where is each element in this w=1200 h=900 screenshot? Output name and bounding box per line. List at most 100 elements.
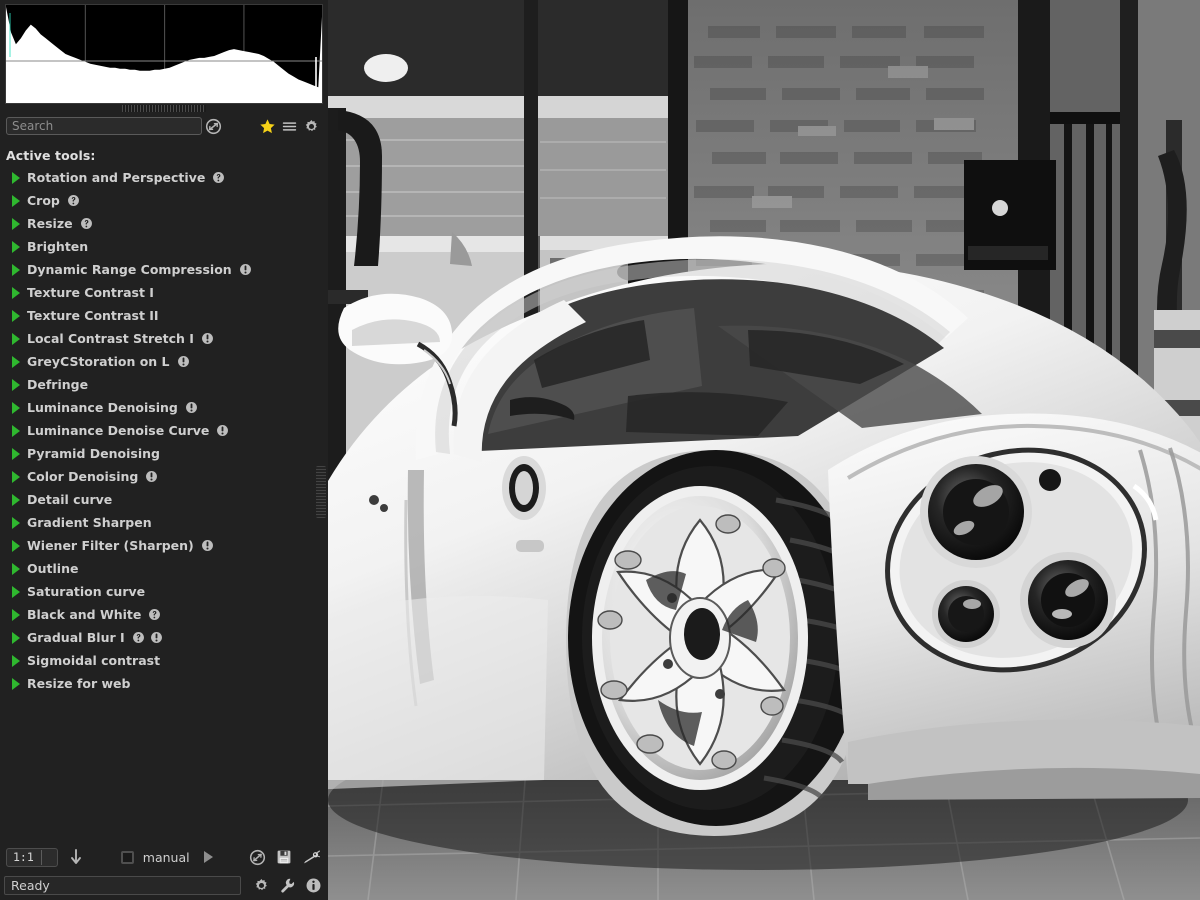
triangle-right-icon[interactable] <box>8 562 24 576</box>
zoom-level-value: 1:1 <box>7 850 41 864</box>
help-circle-icon[interactable] <box>131 630 146 645</box>
gear-icon[interactable] <box>300 115 322 137</box>
histogram-chart <box>6 5 322 103</box>
triangle-right-icon[interactable] <box>8 516 24 530</box>
arrow-down-icon[interactable] <box>67 847 85 867</box>
tool-item-label: Gradual Blur I <box>27 630 125 645</box>
star-icon[interactable] <box>256 115 278 137</box>
tool-item[interactable]: Local Contrast Stretch I <box>8 327 314 350</box>
wrench-icon[interactable] <box>276 874 298 896</box>
zoom-level-combobox[interactable]: 1:1 <box>6 848 58 867</box>
tool-item[interactable]: Color Denoising <box>8 465 314 488</box>
refresh-circle-icon[interactable] <box>246 846 268 868</box>
tool-item[interactable]: Gradient Sharpen <box>8 511 314 534</box>
triangle-right-icon[interactable] <box>8 424 24 438</box>
tool-item[interactable]: Luminance Denoise Curve <box>8 419 314 442</box>
tool-item[interactable]: Pyramid Denoising <box>8 442 314 465</box>
warning-circle-icon[interactable] <box>176 354 191 369</box>
tool-item-label: Color Denoising <box>27 469 138 484</box>
triangle-right-icon[interactable] <box>8 585 24 599</box>
warning-circle-icon[interactable] <box>144 469 159 484</box>
triangle-right-icon[interactable] <box>8 608 24 622</box>
triangle-right-icon[interactable] <box>8 447 24 461</box>
play-triangle-icon[interactable] <box>200 848 218 866</box>
floppy-save-icon[interactable] <box>273 846 295 868</box>
warning-circle-icon[interactable] <box>184 400 199 415</box>
triangle-right-icon[interactable] <box>8 286 24 300</box>
tool-item[interactable]: Resize for web <box>8 672 314 695</box>
gear-icon[interactable] <box>250 874 272 896</box>
tool-item[interactable]: Saturation curve <box>8 580 314 603</box>
tool-item[interactable]: Gradual Blur I <box>8 626 314 649</box>
warning-circle-icon[interactable] <box>200 538 215 553</box>
hamburger-menu-icon[interactable] <box>278 115 300 137</box>
scrollbar-grip[interactable] <box>316 466 326 518</box>
tool-item[interactable]: Luminance Denoising <box>8 396 314 419</box>
tool-item[interactable]: GreyCStoration on L <box>8 350 314 373</box>
triangle-right-icon[interactable] <box>8 171 24 185</box>
panel-splitter-handle[interactable] <box>0 104 328 113</box>
warning-circle-icon[interactable] <box>215 423 230 438</box>
tool-item[interactable]: Detail curve <box>8 488 314 511</box>
tool-item[interactable]: Black and White <box>8 603 314 626</box>
tool-item-label: Texture Contrast I <box>27 285 154 300</box>
triangle-right-icon[interactable] <box>8 493 24 507</box>
triangle-right-icon[interactable] <box>8 378 24 392</box>
reset-circle-icon[interactable] <box>202 115 224 137</box>
triangle-right-icon[interactable] <box>8 263 24 277</box>
tool-item-label: Brighten <box>27 239 88 254</box>
search-input[interactable] <box>6 117 202 135</box>
triangle-right-icon[interactable] <box>8 470 24 484</box>
tool-item[interactable]: Outline <box>8 557 314 580</box>
tool-list-container: Rotation and Perspective Crop Resize Bright… <box>0 166 328 842</box>
help-circle-icon[interactable] <box>66 193 81 208</box>
tools-vertical-scrollbar[interactable] <box>316 166 326 842</box>
rawtherapee-window: Active tools: Rotation and PerspectiveCr… <box>0 0 1200 900</box>
triangle-right-icon[interactable] <box>8 332 24 346</box>
tool-item[interactable]: Dynamic Range Compression <box>8 258 314 281</box>
triangle-right-icon[interactable] <box>8 654 24 668</box>
histogram-panel[interactable] <box>5 4 323 104</box>
warning-circle-icon[interactable] <box>149 630 164 645</box>
search-toolbar <box>0 113 328 139</box>
triangle-right-icon[interactable] <box>8 240 24 254</box>
triangle-right-icon[interactable] <box>8 401 24 415</box>
tool-item-label: Gradient Sharpen <box>27 515 152 530</box>
tool-item[interactable]: Texture Contrast I <box>8 281 314 304</box>
triangle-right-icon[interactable] <box>8 194 24 208</box>
tool-item[interactable]: Sigmoidal contrast <box>8 649 314 672</box>
manual-label: manual <box>143 850 190 865</box>
tool-item[interactable]: Defringe <box>8 373 314 396</box>
warning-circle-icon[interactable] <box>238 262 253 277</box>
triangle-right-icon[interactable] <box>8 355 24 369</box>
tool-item[interactable]: Rotation and Perspective <box>8 166 314 189</box>
info-circle-icon[interactable] <box>302 874 324 896</box>
tool-item-label: Dynamic Range Compression <box>27 262 232 277</box>
warning-circle-icon[interactable] <box>200 331 215 346</box>
tool-item-label: Wiener Filter (Sharpen) <box>27 538 194 553</box>
triangle-right-icon[interactable] <box>8 217 24 231</box>
tool-item-label: Saturation curve <box>27 584 145 599</box>
triangle-right-icon[interactable] <box>8 309 24 323</box>
status-bar: Ready <box>0 872 328 900</box>
combobox-divider <box>41 850 42 865</box>
triangle-right-icon[interactable] <box>8 677 24 691</box>
tool-item-label: Local Contrast Stretch I <box>27 331 194 346</box>
tool-item[interactable]: Crop <box>8 189 314 212</box>
help-circle-icon[interactable] <box>147 607 162 622</box>
photo-preview[interactable]: CELERITY C <box>328 0 1200 900</box>
tool-item-label: Defringe <box>27 377 88 392</box>
triangle-right-icon[interactable] <box>8 539 24 553</box>
tool-item-label: Resize for web <box>27 676 130 691</box>
tool-item[interactable]: Resize <box>8 212 314 235</box>
tool-item[interactable]: Texture Contrast II <box>8 304 314 327</box>
splitter-ridges <box>122 105 206 112</box>
triangle-right-icon[interactable] <box>8 631 24 645</box>
eyedropper-icon[interactable] <box>300 846 322 868</box>
manual-checkbox[interactable] <box>121 851 134 864</box>
help-circle-icon[interactable] <box>211 170 226 185</box>
tool-item[interactable]: Wiener Filter (Sharpen) <box>8 534 314 557</box>
tool-item-label: Crop <box>27 193 60 208</box>
help-circle-icon[interactable] <box>79 216 94 231</box>
tool-item[interactable]: Brighten <box>8 235 314 258</box>
